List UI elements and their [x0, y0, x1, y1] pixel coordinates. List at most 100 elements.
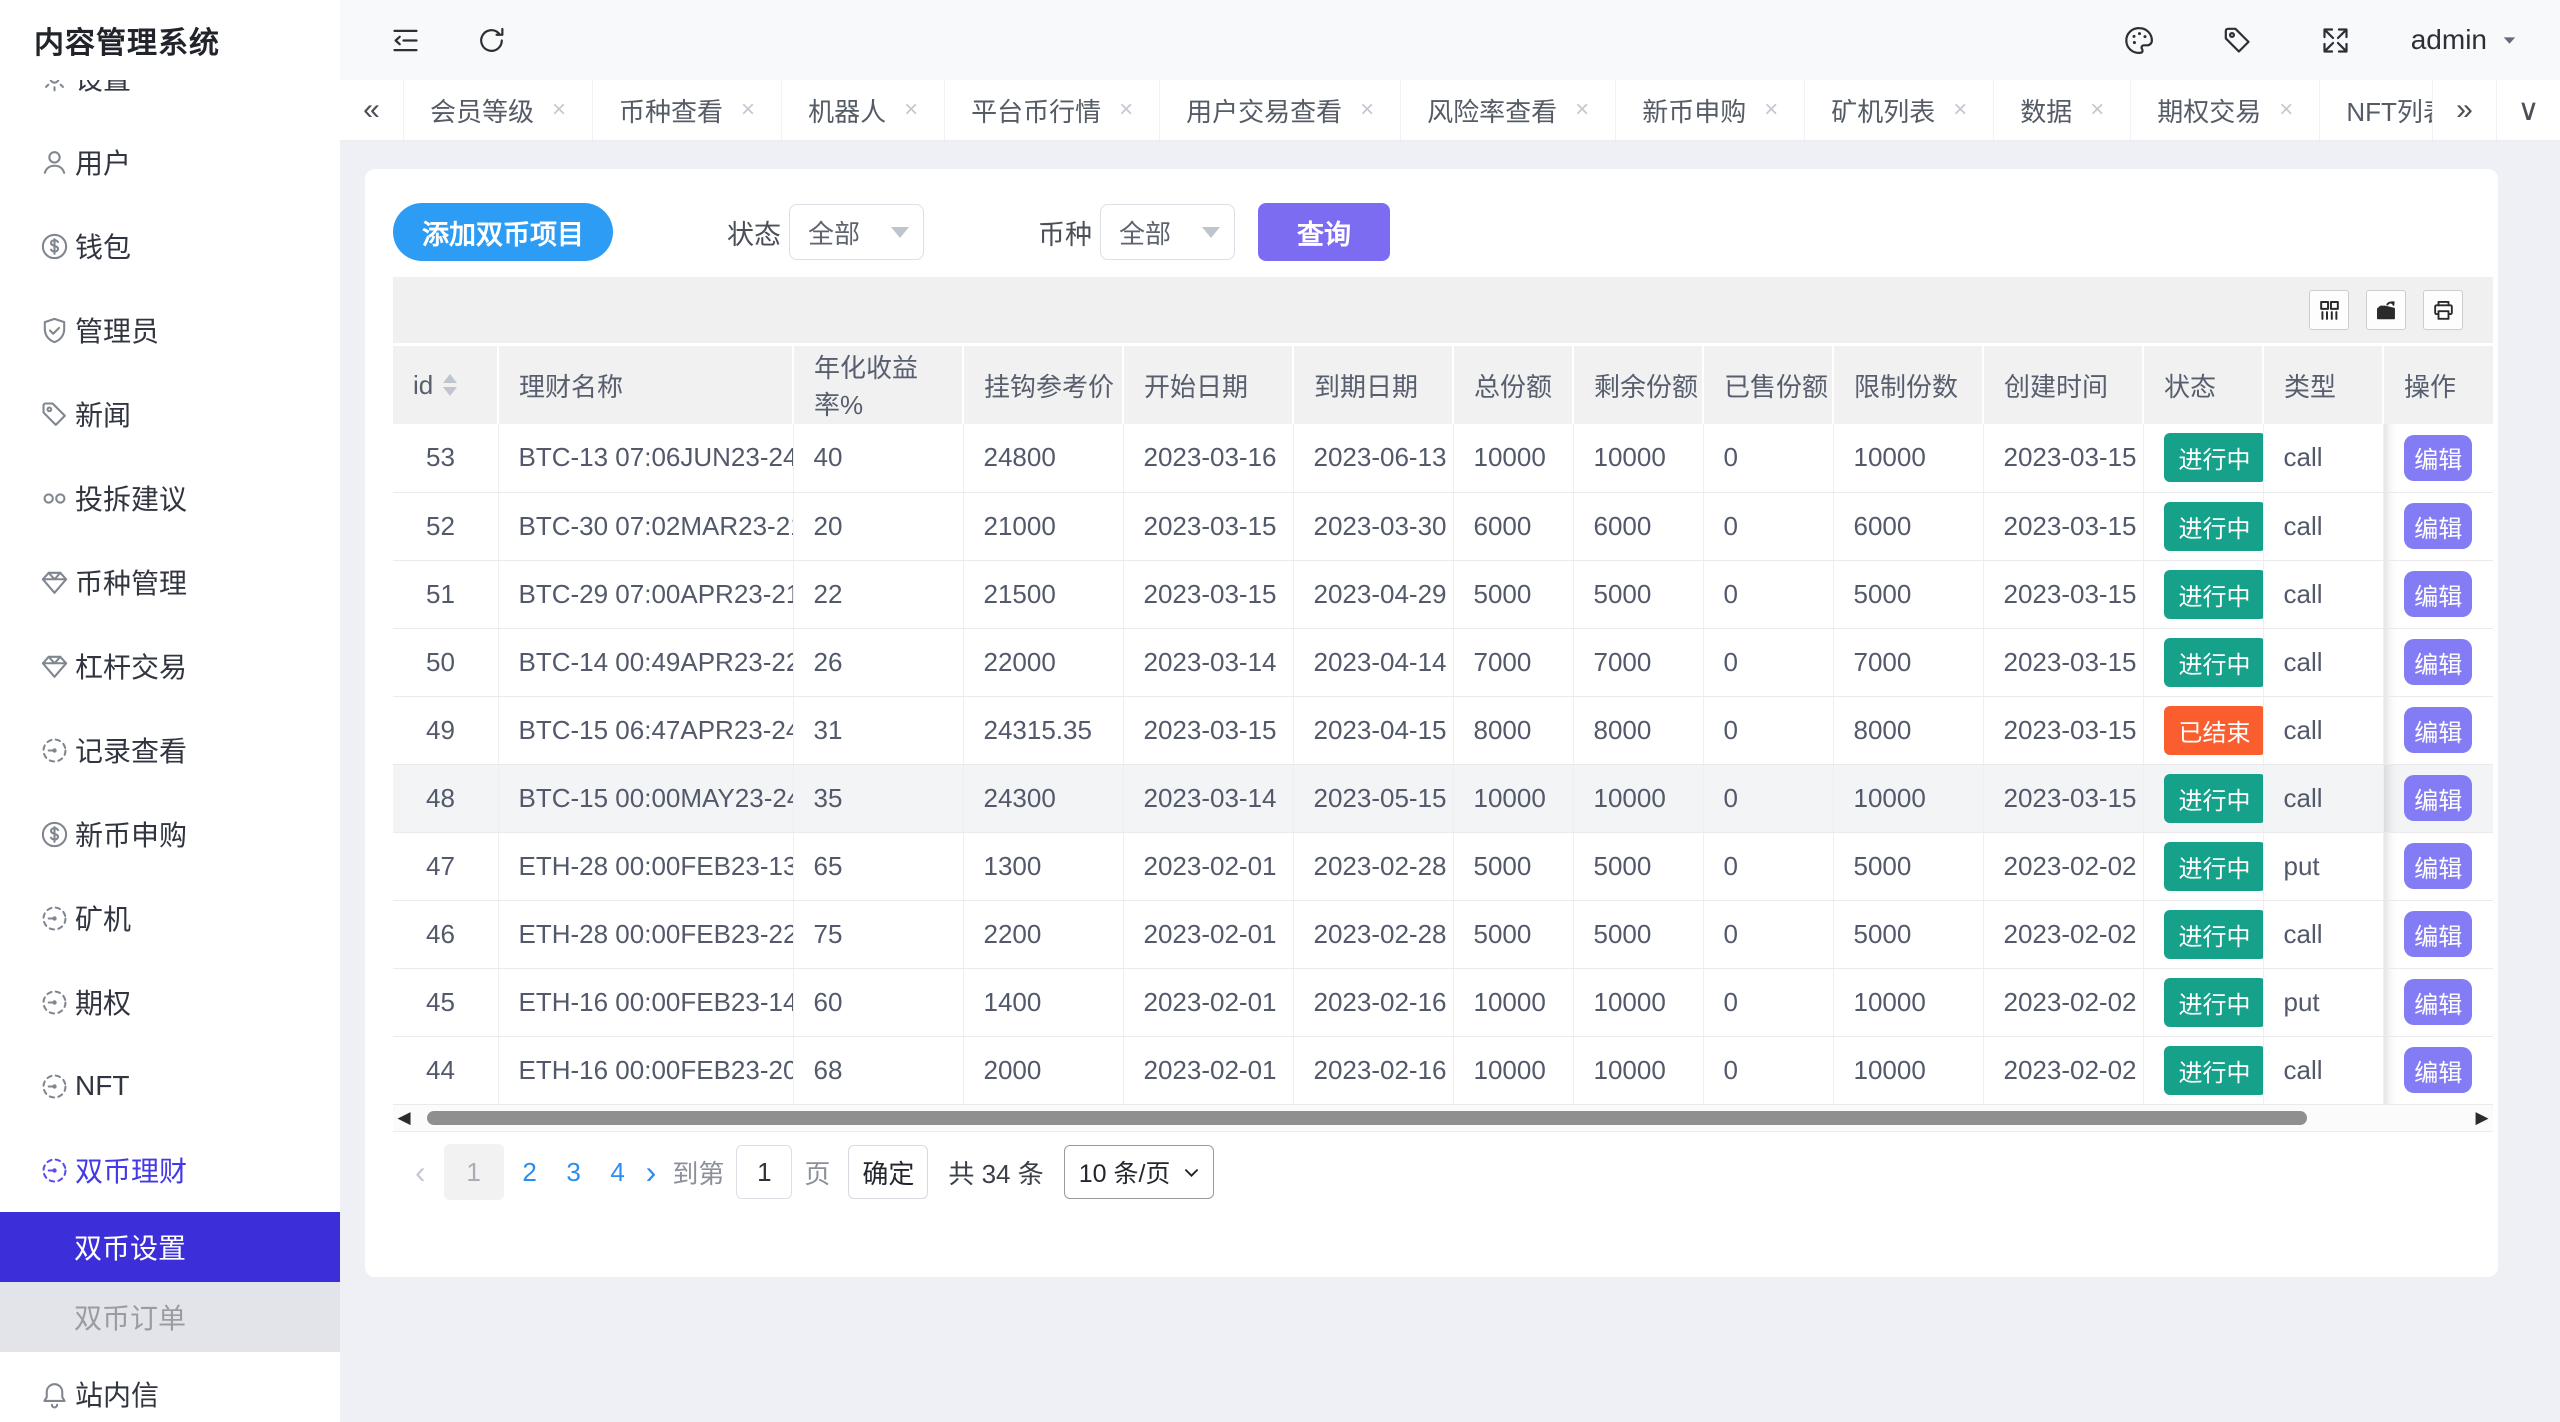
cell-action: 编辑: [2383, 424, 2493, 492]
cell-id: 47: [393, 832, 498, 900]
sort-header[interactable]: id: [413, 370, 497, 401]
tab-close-icon[interactable]: ×: [1360, 96, 1374, 124]
scroll-right-arrow-icon[interactable]: ▶: [2471, 1105, 2493, 1131]
goto-page-input[interactable]: [736, 1145, 792, 1199]
columns-button[interactable]: [2309, 290, 2349, 330]
scrollbar-thumb[interactable]: [427, 1111, 2307, 1125]
sidebar-subitem-双币订单[interactable]: 双币订单: [0, 1282, 340, 1352]
prev-page-icon[interactable]: ‹: [415, 1154, 426, 1191]
edit-button[interactable]: 编辑: [2404, 571, 2472, 617]
add-dual-project-button[interactable]: 添加双币项目: [393, 203, 613, 261]
edit-button[interactable]: 编辑: [2404, 979, 2472, 1025]
topbar: admin: [340, 0, 2560, 80]
edit-button[interactable]: 编辑: [2404, 775, 2472, 821]
tab-close-icon[interactable]: ×: [741, 96, 755, 124]
tab-风险率查看[interactable]: 风险率查看×: [1401, 80, 1616, 140]
tab-数据[interactable]: 数据×: [1994, 80, 2131, 140]
cell-total: 6000: [1453, 492, 1573, 560]
goto-confirm-button[interactable]: 确定: [848, 1145, 928, 1199]
sidebar-item-投拆建议[interactable]: 投拆建议: [0, 456, 340, 540]
page-number-4[interactable]: 4: [596, 1144, 640, 1200]
sidebar-item-双币理财[interactable]: 双币理财: [0, 1128, 340, 1212]
edit-button[interactable]: 编辑: [2404, 503, 2472, 549]
cell-name: BTC-13 07:06JUN23-2480...: [498, 424, 793, 492]
tab-期权交易[interactable]: 期权交易×: [2131, 80, 2320, 140]
tabs-scroll-left-icon[interactable]: «: [340, 80, 404, 140]
sidebar-item-管理员[interactable]: 管理员: [0, 288, 340, 372]
column-header-理财名称: 理财名称: [498, 346, 793, 424]
next-page-icon[interactable]: ›: [646, 1154, 657, 1191]
cell-action: 编辑: [2383, 968, 2493, 1036]
column-header-类型: 类型: [2263, 346, 2383, 424]
page-number-2[interactable]: 2: [508, 1144, 552, 1200]
column-header-id[interactable]: id: [393, 346, 498, 424]
tag-icon[interactable]: [2219, 21, 2257, 59]
refresh-icon[interactable]: [472, 21, 510, 59]
tab-close-icon[interactable]: ×: [2090, 96, 2104, 124]
tab-close-icon[interactable]: ×: [1575, 96, 1589, 124]
tab-币种查看[interactable]: 币种查看×: [593, 80, 782, 140]
tab-close-icon[interactable]: ×: [2279, 96, 2293, 124]
tab-会员等级[interactable]: 会员等级×: [404, 80, 593, 140]
tabs-dropdown-icon[interactable]: ∨: [2496, 80, 2560, 140]
sidebar-item-钱包[interactable]: 钱包: [0, 204, 340, 288]
tab-close-icon[interactable]: ×: [552, 96, 566, 124]
page-number-1[interactable]: 1: [444, 1144, 504, 1200]
export-button[interactable]: [2366, 290, 2406, 330]
sidebar-item-NFT[interactable]: NFT: [0, 1044, 340, 1128]
cell-remain: 8000: [1573, 696, 1703, 764]
sidebar-item-矿机[interactable]: 矿机: [0, 876, 340, 960]
status-filter-select[interactable]: 全部: [789, 204, 924, 260]
sidebar-item-记录查看[interactable]: 记录查看: [0, 708, 340, 792]
tab-close-icon[interactable]: ×: [1764, 96, 1778, 124]
edit-button[interactable]: 编辑: [2404, 911, 2472, 957]
tab-平台币行情[interactable]: 平台币行情×: [945, 80, 1160, 140]
search-button[interactable]: 查询: [1258, 203, 1390, 261]
cell-created: 2023-03-15: [1983, 424, 2143, 492]
cell-end: 2023-02-28: [1293, 832, 1453, 900]
tab-新币申购[interactable]: 新币申购×: [1616, 80, 1805, 140]
sidebar-item-币种管理[interactable]: 币种管理: [0, 540, 340, 624]
collapse-sidebar-icon[interactable]: [386, 21, 424, 59]
scrollbar-track[interactable]: [415, 1111, 2471, 1125]
tab-close-icon[interactable]: ×: [1119, 96, 1133, 124]
tab-NFT列表[interactable]: NFT列表×: [2320, 80, 2432, 140]
page-size-select[interactable]: 10 条/页: [1064, 1145, 1215, 1199]
cell-remain: 10000: [1573, 764, 1703, 832]
sidebar-item-新币申购[interactable]: 新币申购: [0, 792, 340, 876]
tab-机器人[interactable]: 机器人×: [782, 80, 945, 140]
edit-button[interactable]: 编辑: [2404, 435, 2472, 481]
sidebar-item-期权[interactable]: 期权: [0, 960, 340, 1044]
sidebar-item-设置[interactable]: 设置: [0, 80, 340, 120]
sidebar-subitem-双币设置[interactable]: 双币设置: [0, 1212, 340, 1282]
sidebar-item-用户[interactable]: 用户: [0, 120, 340, 204]
fullscreen-icon[interactable]: [2317, 21, 2355, 59]
edit-button[interactable]: 编辑: [2404, 843, 2472, 889]
page-number-3[interactable]: 3: [552, 1144, 596, 1200]
edit-button[interactable]: 编辑: [2404, 707, 2472, 753]
theme-palette-icon[interactable]: [2121, 21, 2159, 59]
sidebar-item-新闻[interactable]: 新闻: [0, 372, 340, 456]
user-menu[interactable]: admin: [2411, 24, 2518, 56]
cell-sold: 0: [1703, 832, 1833, 900]
cell-name: ETH-28 00:00FEB23-1300-P: [498, 832, 793, 900]
edit-button[interactable]: 编辑: [2404, 639, 2472, 685]
scroll-left-arrow-icon[interactable]: ◀: [393, 1105, 415, 1131]
cell-id: 50: [393, 628, 498, 696]
tab-矿机列表[interactable]: 矿机列表×: [1805, 80, 1994, 140]
edit-button[interactable]: 编辑: [2404, 1047, 2472, 1093]
tab-close-icon[interactable]: ×: [1953, 96, 1967, 124]
cell-rate: 75: [793, 900, 963, 968]
table-row: 48BTC-15 00:00MAY23-2430...35243002023-0…: [393, 764, 2493, 832]
column-header-已售份额: 已售份额: [1703, 346, 1833, 424]
coin-filter-select[interactable]: 全部: [1100, 204, 1235, 260]
sort-icons[interactable]: [443, 374, 457, 396]
tabs-scroll-right-icon[interactable]: »: [2432, 80, 2496, 140]
tab-close-icon[interactable]: ×: [904, 96, 918, 124]
tab-用户交易查看[interactable]: 用户交易查看×: [1160, 80, 1401, 140]
sidebar-item-杠杆交易[interactable]: 杠杆交易: [0, 624, 340, 708]
dial-icon: [37, 985, 71, 1019]
sidebar-item-label: 管理员: [75, 310, 159, 350]
print-button[interactable]: [2423, 290, 2463, 330]
sidebar-item-站内信[interactable]: 站内信: [0, 1352, 340, 1422]
